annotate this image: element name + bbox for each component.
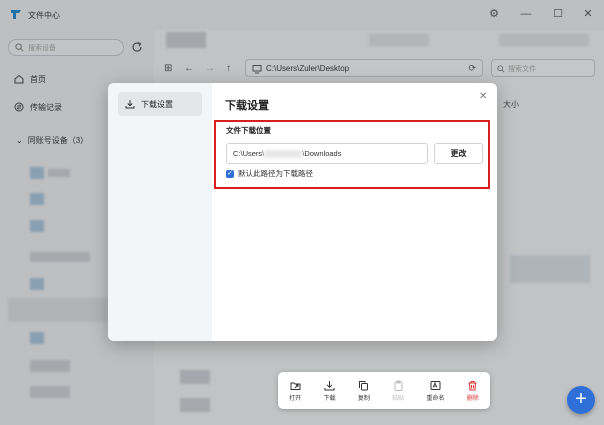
file-action-bar: 打开 下载 复制 粘贴 重命名 删除 bbox=[278, 372, 490, 409]
paste-icon bbox=[394, 380, 403, 391]
redacted-username bbox=[264, 150, 303, 159]
action-label: 下载 bbox=[323, 395, 336, 402]
download-path-suffix: \Downloads bbox=[302, 149, 342, 158]
copy-icon bbox=[359, 380, 369, 390]
dialog-nav-label: 下载设置 bbox=[141, 99, 173, 109]
open-button[interactable]: 打开 bbox=[289, 380, 301, 402]
delete-icon bbox=[468, 380, 477, 390]
change-path-button[interactable]: 更改 bbox=[434, 143, 483, 164]
download-settings-dialog: 下载设置 下载设置 ✕ 文件下载位置 C:\Users\ \Downloads 更… bbox=[108, 83, 497, 341]
default-path-checkbox-label: 默认此路径为下载路径 bbox=[238, 169, 313, 178]
add-fab-button[interactable]: + bbox=[567, 386, 595, 414]
default-path-checkbox[interactable]: ✓ bbox=[226, 169, 234, 178]
rename-button[interactable]: 重命名 bbox=[426, 380, 444, 402]
action-label: 复制 bbox=[357, 395, 370, 402]
action-label: 粘贴 bbox=[392, 395, 405, 402]
download-path-field[interactable]: C:\Users\ \Downloads bbox=[226, 143, 428, 164]
download-location-label: 文件下载位置 bbox=[226, 126, 271, 135]
paste-button[interactable]: 粘贴 bbox=[392, 380, 404, 402]
default-path-checkbox-row[interactable]: ✓ 默认此路径为下载路径 bbox=[226, 168, 313, 179]
dialog-nav-download-settings[interactable]: 下载设置 bbox=[118, 92, 202, 116]
rename-icon bbox=[430, 380, 441, 390]
action-label: 打开 bbox=[289, 395, 302, 402]
dialog-sidebar: 下载设置 bbox=[108, 83, 212, 341]
delete-button[interactable]: 删除 bbox=[467, 380, 479, 402]
download-button[interactable]: 下载 bbox=[323, 380, 336, 402]
download-path-prefix: C:\Users\ bbox=[233, 149, 265, 158]
dialog-title: 下载设置 bbox=[225, 100, 269, 112]
action-label: 删除 bbox=[466, 395, 479, 402]
download-icon bbox=[324, 380, 335, 390]
action-label: 重命名 bbox=[426, 395, 445, 402]
copy-button[interactable]: 复制 bbox=[358, 380, 370, 402]
dialog-close-icon[interactable]: ✕ bbox=[479, 91, 487, 102]
open-icon bbox=[290, 382, 301, 390]
download-icon bbox=[125, 100, 135, 109]
